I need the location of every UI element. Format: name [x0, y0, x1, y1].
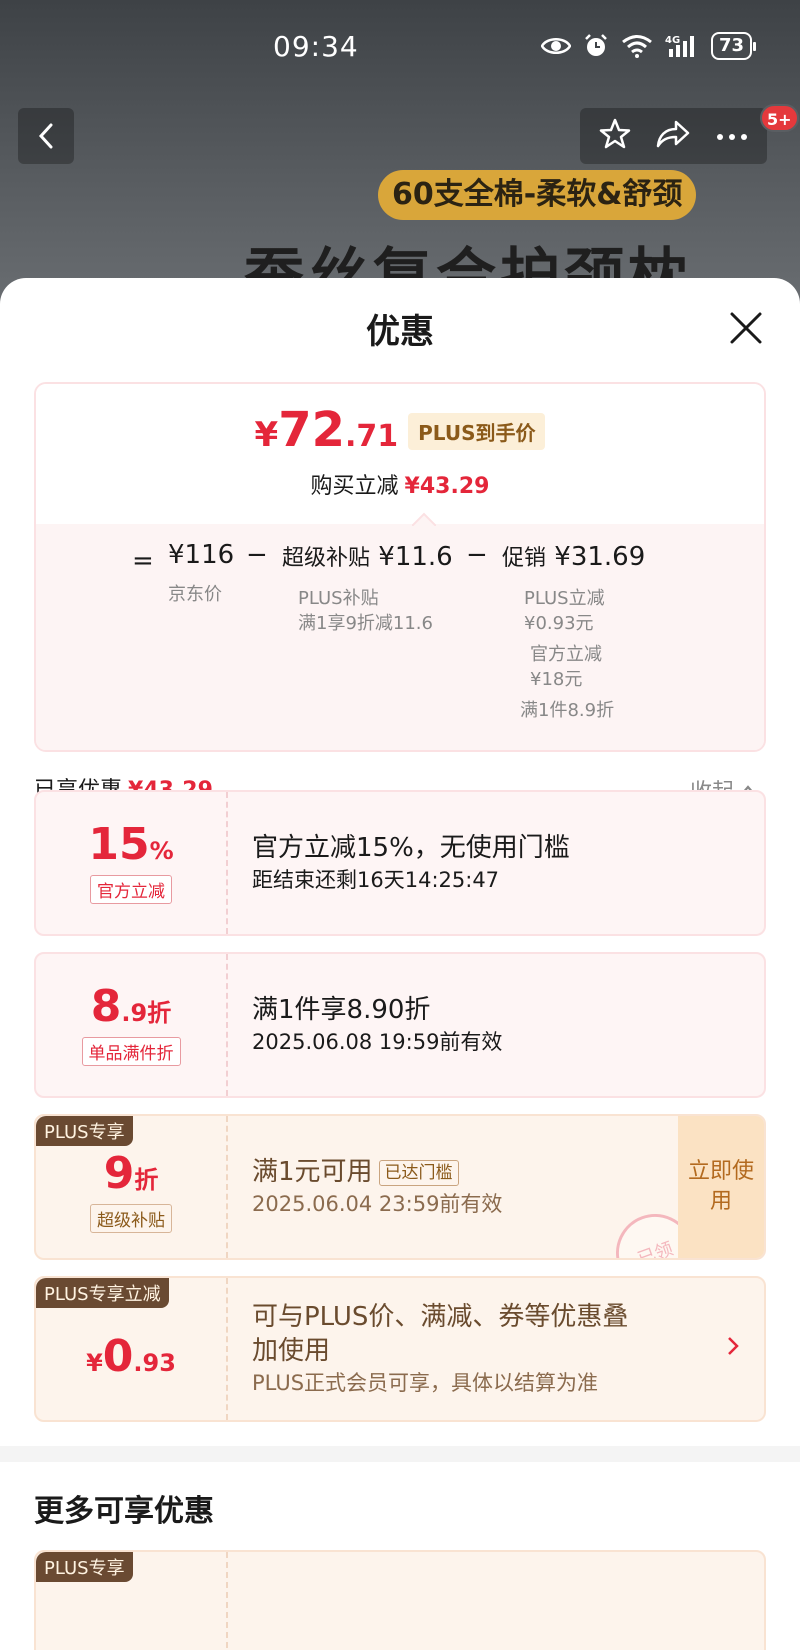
- purchase-reduction: 购买立减 ¥43.29: [310, 474, 490, 499]
- promo-detail-4: ¥18元: [530, 669, 583, 690]
- status-bar: 09:34 4G 73: [0, 28, 800, 68]
- product-slogan: 60支全棉-柔软&舒颈: [378, 170, 697, 220]
- coupon-info: 可与PLUS价、满减、券等优惠叠 加使用 PLUS正式会员可享，具体以结算为准: [252, 1278, 628, 1420]
- coupon-more-plus: PLUS专享: [34, 1550, 766, 1650]
- close-icon: [730, 312, 762, 344]
- coupon-value: 9折 超级补贴: [36, 1116, 226, 1258]
- super-subsidy-detail-2: 满1享9折减11.6: [298, 613, 433, 634]
- price-breakdown-card: ¥72.71 PLUS到手价 购买立减 ¥43.29 = ¥116 京东价 − 超…: [34, 382, 766, 752]
- favorite-button[interactable]: [598, 117, 632, 155]
- coupon-info: 满1件享8.90折 2025.06.08 19:59前有效: [252, 954, 502, 1096]
- coupon-value: ¥0.93: [86, 1331, 176, 1382]
- minus-sign: −: [246, 540, 268, 570]
- more-discounts-title: 更多可享优惠: [34, 1494, 214, 1529]
- coupon-value: 15% 官方立减: [88, 818, 174, 904]
- coupon-note: PLUS正式会员可享，具体以结算为准: [252, 1371, 599, 1395]
- coupon-item-discount: 8.9折 单品满件折 满1件享8.90折 2025.06.08 19:59前有效: [34, 952, 766, 1098]
- coupon-type-tag: 官方立减: [90, 874, 172, 904]
- signal-icon: 4G: [665, 33, 699, 59]
- coupon-official-discount: 15% 官方立减 官方立减15%，无使用门槛 距结束还剩16天14:25:47: [34, 790, 766, 936]
- status-icons: 4G 73: [540, 32, 757, 60]
- close-button[interactable]: [726, 308, 766, 348]
- star-icon: [599, 118, 631, 149]
- final-price-row: ¥72.71 PLUS到手价: [36, 406, 764, 454]
- more-menu-button[interactable]: [715, 127, 749, 146]
- coupon-title-line1: 可与PLUS价、满减、券等优惠叠: [252, 1302, 629, 1332]
- promo-detail-2: ¥0.93元: [524, 613, 594, 634]
- chevron-right-icon: [726, 1334, 740, 1364]
- coupon-divider: [226, 1552, 228, 1650]
- coupon-divider: [226, 1116, 228, 1258]
- equals-sign: =: [132, 546, 154, 576]
- plus-price-tag: PLUS到手价: [408, 413, 546, 450]
- eye-icon: [540, 35, 571, 57]
- coupon-title: 满1件享8.90折: [252, 995, 431, 1025]
- use-now-button[interactable]: 立即使用: [678, 1116, 764, 1258]
- sheet-title: 优惠: [366, 312, 434, 352]
- chevron-left-icon: [38, 123, 53, 149]
- coupon-type-tag: 超级补贴: [90, 1203, 172, 1233]
- share-button[interactable]: [655, 119, 691, 153]
- coupon-divider: [226, 954, 228, 1096]
- price-summary: ¥72.71 PLUS到手价 购买立减 ¥43.29: [36, 384, 764, 524]
- coupon-validity: 2025.06.08 19:59前有效: [252, 1030, 503, 1054]
- plus-exclusive-badge: PLUS专享: [36, 1552, 133, 1582]
- coupon-title-line2: 加使用: [252, 1336, 331, 1366]
- price-formula: = ¥116 京东价 − 超级补贴 ¥11.6 PLUS补贴 满1享9折减11.…: [36, 524, 764, 750]
- pointer-caret: [412, 512, 436, 526]
- super-subsidy-detail-1: PLUS补贴: [298, 588, 379, 609]
- coupon-plus-reduction[interactable]: PLUS专享立减 ¥0.93 可与PLUS价、满减、券等优惠叠 加使用 PLUS…: [34, 1276, 766, 1422]
- coupon-countdown: 距结束还剩16天14:25:47: [252, 868, 500, 892]
- battery-indicator: 73: [710, 32, 757, 60]
- promo-detail-5: 满1件8.9折: [520, 700, 615, 721]
- wifi-icon: [621, 34, 653, 58]
- final-price: ¥72.71: [254, 402, 399, 458]
- back-button[interactable]: [18, 108, 74, 164]
- product-header-background: 09:34 4G 73 5+ 60支全棉-柔软&舒颈 蚕丝复合护颈枕: [0, 0, 800, 320]
- coupon-info: 满1元可用 已达门槛 2025.06.04 23:59前有效: [252, 1116, 502, 1258]
- coupon-type-tag: 单品满件折: [81, 1036, 181, 1066]
- status-time: 09:34: [273, 30, 359, 63]
- coupon-info: 官方立减15%，无使用门槛 距结束还剩16天14:25:47: [252, 792, 570, 934]
- notification-badge: 5+: [760, 104, 799, 132]
- coupon-validity: 2025.06.04 23:59前有效: [252, 1192, 503, 1216]
- threshold-reached-tag: 已达门槛: [378, 1159, 459, 1186]
- share-icon: [657, 120, 690, 148]
- minus-sign-2: −: [466, 540, 488, 570]
- coupon-value: 8.9折 单品满件折: [36, 954, 226, 1096]
- coupon-plus-subsidy: PLUS专享 9折 超级补贴 满1元可用 已达门槛 2025.06.04 23:5…: [34, 1114, 766, 1260]
- header-action-group: [580, 108, 767, 164]
- super-subsidy: 超级补贴 ¥11.6: [282, 542, 453, 572]
- discount-sheet: 优惠 ¥72.71 PLUS到手价 购买立减 ¥43.29 = ¥116 京东价 …: [0, 278, 800, 1650]
- svg-text:4G: 4G: [665, 35, 680, 46]
- jd-price-label: 京东价: [168, 584, 222, 605]
- section-separator: [0, 1446, 800, 1462]
- alarm-icon: [583, 33, 609, 59]
- coupon-divider: [226, 792, 228, 934]
- more-icon: [717, 133, 748, 140]
- promo-detail-3: 官方立减: [530, 644, 602, 665]
- coupon-title: 官方立减15%，无使用门槛: [252, 833, 570, 863]
- jd-price: ¥116: [168, 540, 235, 570]
- coupon-divider: [226, 1278, 228, 1420]
- promotion: 促销 ¥31.69: [502, 542, 646, 572]
- coupon-title: 满1元可用 已达门槛: [252, 1155, 502, 1189]
- promo-detail-1: PLUS立减: [524, 588, 605, 609]
